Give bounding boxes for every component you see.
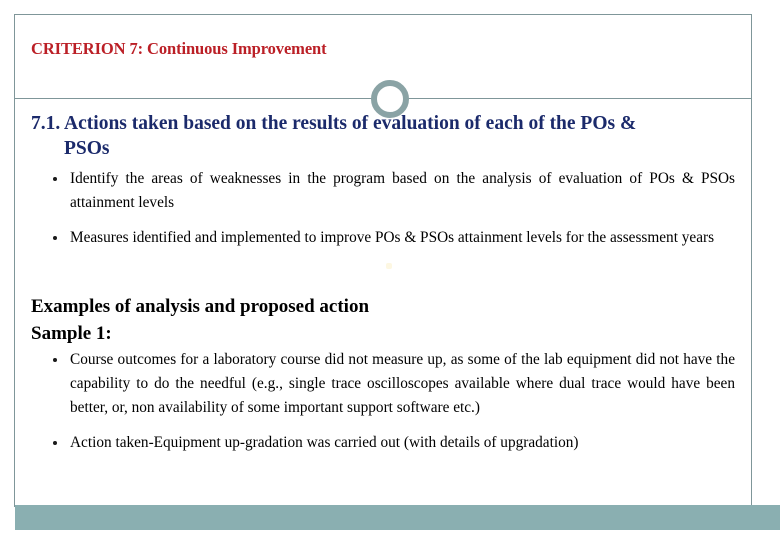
sample-label: Sample 1: — [31, 323, 112, 344]
section-heading-line-1: 7.1. Actions taken based on the results … — [31, 113, 637, 134]
criterion-heading: CRITERION 7: Continuous Improvement — [31, 39, 327, 58]
primary-bullet-list: Identify the areas of weaknesses in the … — [31, 167, 735, 261]
slide-body: 7.1. Actions taken based on the results … — [15, 105, 752, 505]
bottom-accent-bar — [15, 505, 780, 530]
list-item: Identify the areas of weaknesses in the … — [31, 167, 735, 215]
section-heading-line-2: PSOs — [64, 138, 110, 159]
list-item: Measures identified and implemented to i… — [31, 226, 735, 250]
section-heading: 7.1. Actions taken based on the results … — [31, 111, 731, 161]
list-item: Action taken-Equipment up-gradation was … — [31, 431, 735, 455]
sample-bullet-list: Course outcomes for a laboratory course … — [31, 348, 735, 466]
examples-heading: Examples of analysis and proposed action… — [31, 293, 731, 347]
list-item: Course outcomes for a laboratory course … — [31, 348, 735, 420]
presentation-slide: CRITERION 7: Continuous Improvement 7.1.… — [0, 0, 780, 540]
examples-title: Examples of analysis and proposed action — [31, 296, 370, 317]
background-speck — [386, 263, 392, 269]
